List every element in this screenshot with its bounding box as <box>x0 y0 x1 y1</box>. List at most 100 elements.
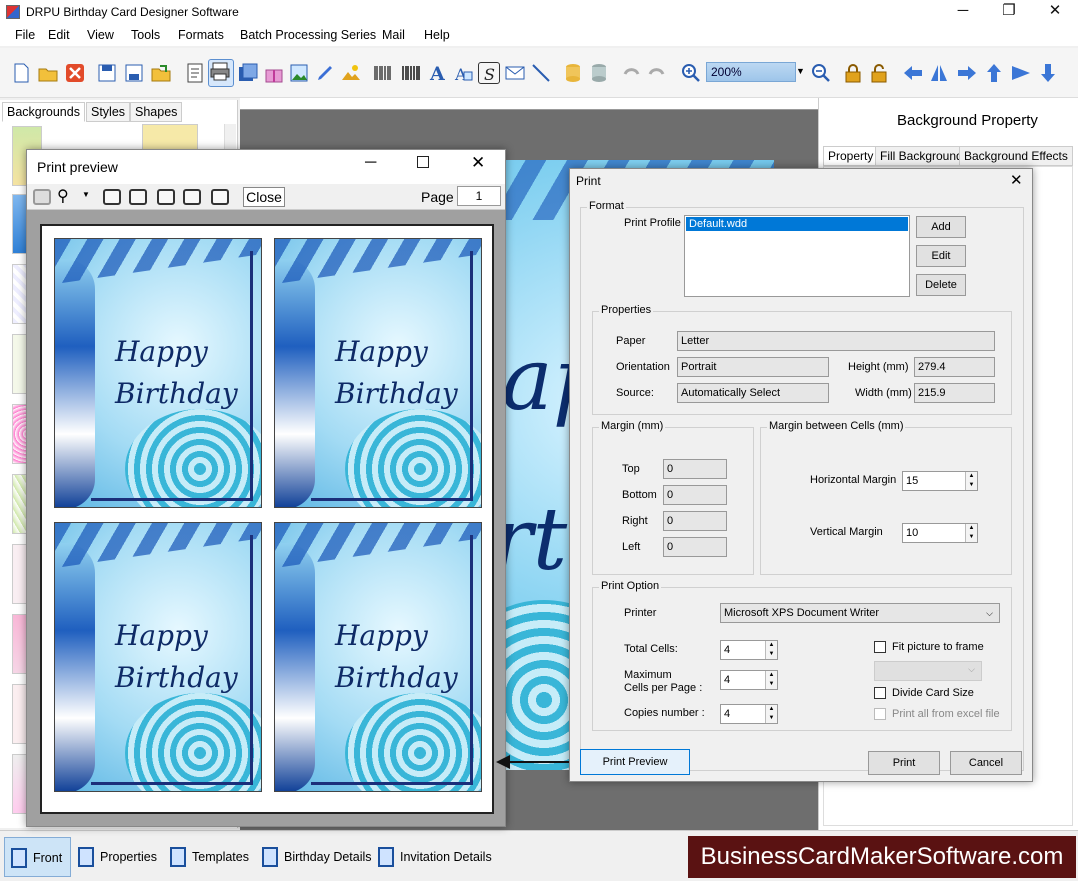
profile-list-item[interactable]: Default.wdd <box>686 217 908 231</box>
menu-tools[interactable]: Tools <box>131 28 160 42</box>
tab-properties[interactable]: Properties <box>72 837 165 877</box>
profile-list[interactable]: Default.wdd <box>684 215 910 297</box>
barcode-icon[interactable] <box>372 62 394 84</box>
open-icon[interactable] <box>37 62 59 84</box>
export-icon[interactable] <box>150 62 172 84</box>
menu-edit[interactable]: Edit <box>48 28 70 42</box>
two-pages-icon[interactable] <box>129 189 147 205</box>
picture-icon[interactable] <box>340 62 362 84</box>
printer-select[interactable]: Microsoft XPS Document Writer ⌵ <box>720 603 1000 623</box>
tab-fill-background[interactable]: Fill Background <box>875 146 968 166</box>
redo-icon[interactable] <box>646 62 668 84</box>
align-icon[interactable] <box>1010 62 1032 84</box>
word-art-icon[interactable]: A <box>452 62 474 84</box>
batch-print-icon[interactable] <box>237 62 259 84</box>
background-thumb[interactable] <box>142 124 198 152</box>
print-all-checkbox[interactable] <box>874 708 886 720</box>
spinner-arrows-icon[interactable]: ▲ ▼ <box>965 524 977 542</box>
top-margin-field[interactable]: 0 <box>663 459 727 479</box>
bottom-margin-field[interactable]: 0 <box>663 485 727 505</box>
source-field[interactable]: Automatically Select <box>677 383 829 403</box>
tab-styles[interactable]: Styles <box>86 102 131 122</box>
print-icon[interactable] <box>208 59 234 87</box>
spinner-arrows-icon[interactable]: ▲ ▼ <box>965 472 977 490</box>
arrow-right-icon[interactable] <box>956 62 978 84</box>
database2-icon[interactable] <box>588 62 610 84</box>
edit-button[interactable]: Edit <box>916 245 966 267</box>
menu-help[interactable]: Help <box>424 28 450 42</box>
preview-close-icon[interactable]: ✕ <box>471 153 485 173</box>
delete-button[interactable]: Delete <box>916 274 966 296</box>
paper-field[interactable]: Letter <box>677 331 995 351</box>
menu-formats[interactable]: Formats <box>178 28 224 42</box>
right-margin-field[interactable]: 0 <box>663 511 727 531</box>
save-icon[interactable] <box>96 62 118 84</box>
signature-icon[interactable]: S <box>478 62 500 84</box>
page-setup-icon[interactable] <box>184 62 206 84</box>
six-pages-icon[interactable] <box>211 189 229 205</box>
zoom-out-icon[interactable] <box>810 62 832 84</box>
mail-icon[interactable] <box>504 62 526 84</box>
tab-front[interactable]: Front <box>4 837 72 877</box>
spinner-arrows-icon[interactable]: ▲ ▼ <box>765 671 777 689</box>
menu-mail[interactable]: Mail <box>382 28 405 42</box>
width-field[interactable]: 215.9 <box>914 383 995 403</box>
arrow-down-icon[interactable] <box>1037 62 1059 84</box>
maximize-button[interactable]: ❐ <box>986 0 1032 24</box>
fit-option-select[interactable]: ⌵ <box>874 661 982 681</box>
spinner-arrows-icon[interactable]: ▲ ▼ <box>765 641 777 659</box>
undo-icon[interactable] <box>620 62 642 84</box>
three-pages-icon[interactable] <box>157 189 175 205</box>
database-icon[interactable] <box>562 62 584 84</box>
tab-property[interactable]: Property <box>823 146 879 166</box>
printer-dropdown-icon[interactable]: ⌵ <box>986 604 993 622</box>
preview-zoom-dropdown-icon[interactable]: ▼ <box>82 190 90 199</box>
print-preview-button[interactable]: Print Preview <box>580 749 690 775</box>
print-button[interactable]: Print <box>868 751 940 775</box>
divide-card-checkbox[interactable] <box>874 687 886 699</box>
zoom-combo[interactable]: 200% <box>706 62 796 82</box>
preview-close-button[interactable]: Close <box>243 187 285 207</box>
preview-zoom-icon[interactable]: ⚲ <box>57 186 69 206</box>
arrow-left-icon[interactable] <box>902 62 924 84</box>
gift-icon[interactable] <box>263 62 285 84</box>
max-cells-spinner[interactable]: 4 ▲ ▼ <box>720 670 778 690</box>
tab-shapes[interactable]: Shapes <box>130 102 183 122</box>
copies-spinner[interactable]: 4 ▲ ▼ <box>720 704 778 724</box>
four-pages-icon[interactable] <box>183 189 201 205</box>
fit-option-dropdown-icon[interactable]: ⌵ <box>968 664 975 675</box>
menu-view[interactable]: View <box>87 28 114 42</box>
one-page-icon[interactable] <box>103 189 121 205</box>
horizontal-margin-spinner[interactable]: 15 ▲ ▼ <box>902 471 978 491</box>
image-icon[interactable] <box>288 62 310 84</box>
fit-picture-checkbox[interactable] <box>874 641 886 653</box>
orientation-field[interactable]: Portrait <box>677 357 829 377</box>
arrow-up-icon[interactable] <box>983 62 1005 84</box>
preview-print-icon[interactable] <box>33 189 51 205</box>
menu-file[interactable]: File <box>15 28 35 42</box>
left-margin-field[interactable]: 0 <box>663 537 727 557</box>
unlock-icon[interactable] <box>868 62 890 84</box>
vertical-margin-spinner[interactable]: 10 ▲ ▼ <box>902 523 978 543</box>
close-file-icon[interactable] <box>64 62 86 84</box>
spinner-arrows-icon[interactable]: ▲ ▼ <box>765 705 777 723</box>
minimize-button[interactable]: ─ <box>940 0 986 24</box>
print-dialog-close-icon[interactable]: ✕ <box>1010 171 1023 189</box>
save-as-icon[interactable] <box>123 62 145 84</box>
line-icon[interactable] <box>530 62 552 84</box>
tab-background-effects[interactable]: Background Effects <box>959 146 1073 166</box>
lock-icon[interactable] <box>842 62 864 84</box>
flip-icon[interactable] <box>928 62 950 84</box>
total-cells-spinner[interactable]: 4 ▲ ▼ <box>720 640 778 660</box>
tab-backgrounds[interactable]: Backgrounds <box>2 102 85 122</box>
add-button[interactable]: Add <box>916 216 966 238</box>
page-number-input[interactable]: 1 <box>457 186 501 206</box>
zoom-in-icon[interactable] <box>680 62 702 84</box>
cancel-button[interactable]: Cancel <box>950 751 1022 775</box>
barcode2-icon[interactable] <box>400 62 422 84</box>
height-field[interactable]: 279.4 <box>914 357 995 377</box>
close-button[interactable]: ✕ <box>1032 0 1078 24</box>
zoom-dropdown-icon[interactable]: ▼ <box>796 66 805 76</box>
pen-icon[interactable] <box>314 62 336 84</box>
text-icon[interactable]: A <box>426 62 448 85</box>
